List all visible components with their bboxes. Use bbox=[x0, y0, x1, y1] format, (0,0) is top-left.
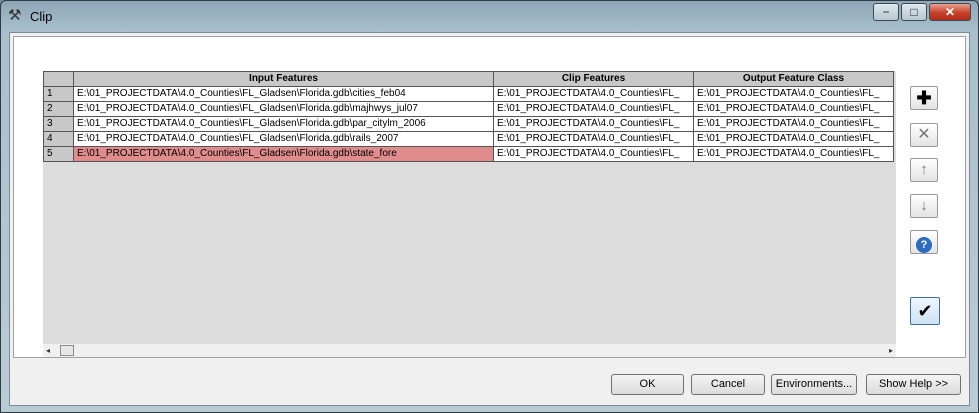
cell-input-features[interactable]: E:\01_PROJECTDATA\4.0_Counties\FL_Gladse… bbox=[73, 86, 494, 102]
table-row[interactable]: 3 E:\01_PROJECTDATA\4.0_Counties\FL_Glad… bbox=[43, 116, 894, 132]
checkmark-icon: ✔ bbox=[917, 301, 933, 321]
clip-dialog: ⚒ Clip − □ ✕ Input Features Clip Feature… bbox=[0, 0, 979, 413]
help-button[interactable]: ? bbox=[910, 230, 938, 254]
cell-output-feature-class[interactable]: E:\01_PROJECTDATA\4.0_Counties\FL_ bbox=[693, 146, 894, 162]
cell-clip-features[interactable]: E:\01_PROJECTDATA\4.0_Counties\FL_ bbox=[493, 131, 694, 147]
cell-input-features[interactable]: E:\01_PROJECTDATA\4.0_Counties\FL_Gladse… bbox=[73, 101, 494, 117]
row-number[interactable]: 4 bbox=[43, 131, 74, 147]
cancel-button[interactable]: Cancel bbox=[691, 374, 765, 395]
move-down-button[interactable]: ↓ bbox=[910, 194, 938, 218]
cell-clip-features[interactable]: E:\01_PROJECTDATA\4.0_Counties\FL_ bbox=[493, 86, 694, 102]
help-icon: ? bbox=[916, 237, 932, 253]
hammer-icon: ⚒ bbox=[8, 7, 22, 24]
table-row-selected[interactable]: 5 E:\01_PROJECTDATA\4.0_Counties\FL_Glad… bbox=[43, 146, 894, 162]
cell-input-features[interactable]: E:\01_PROJECTDATA\4.0_Counties\FL_Gladse… bbox=[73, 146, 494, 162]
row-number[interactable]: 3 bbox=[43, 116, 74, 132]
cell-clip-features[interactable]: E:\01_PROJECTDATA\4.0_Counties\FL_ bbox=[493, 101, 694, 117]
row-number[interactable]: 2 bbox=[43, 101, 74, 117]
horizontal-scrollbar[interactable]: ◂ ▸ bbox=[43, 344, 896, 357]
batch-grid-panel: Input Features Clip Features Output Feat… bbox=[13, 36, 966, 358]
title-bar[interactable]: ⚒ Clip − □ ✕ bbox=[1, 1, 978, 31]
cell-output-feature-class[interactable]: E:\01_PROJECTDATA\4.0_Counties\FL_ bbox=[693, 131, 894, 147]
x-icon: ✕ bbox=[917, 126, 931, 143]
cell-output-feature-class[interactable]: E:\01_PROJECTDATA\4.0_Counties\FL_ bbox=[693, 101, 894, 117]
window-controls: − □ ✕ bbox=[871, 3, 971, 21]
batch-table: Input Features Clip Features Output Feat… bbox=[43, 71, 894, 162]
scroll-right-arrow-icon[interactable]: ▸ bbox=[889, 344, 893, 357]
maximize-button[interactable]: □ bbox=[901, 3, 927, 21]
table-row[interactable]: 2 E:\01_PROJECTDATA\4.0_Counties\FL_Glad… bbox=[43, 101, 894, 117]
cell-input-features[interactable]: E:\01_PROJECTDATA\4.0_Counties\FL_Gladse… bbox=[73, 131, 494, 147]
table-row[interactable]: 4 E:\01_PROJECTDATA\4.0_Counties\FL_Glad… bbox=[43, 131, 894, 147]
cell-output-feature-class[interactable]: E:\01_PROJECTDATA\4.0_Counties\FL_ bbox=[693, 116, 894, 132]
cell-clip-features[interactable]: E:\01_PROJECTDATA\4.0_Counties\FL_ bbox=[493, 146, 694, 162]
row-number[interactable]: 1 bbox=[43, 86, 74, 102]
batch-grid[interactable]: Input Features Clip Features Output Feat… bbox=[43, 71, 896, 357]
show-help-button[interactable]: Show Help >> bbox=[866, 374, 961, 395]
dialog-body: Input Features Clip Features Output Feat… bbox=[9, 32, 970, 406]
minimize-button[interactable]: − bbox=[873, 3, 899, 21]
plus-icon: ✚ bbox=[916, 88, 932, 108]
header-row: Input Features Clip Features Output Feat… bbox=[43, 71, 894, 87]
column-header-input-features[interactable]: Input Features bbox=[73, 71, 494, 87]
window-title: Clip bbox=[30, 9, 53, 24]
check-values-button[interactable]: ✔ bbox=[910, 297, 940, 325]
environments-button[interactable]: Environments... bbox=[771, 374, 857, 395]
corner-header bbox=[43, 71, 74, 87]
arrow-up-icon: ↑ bbox=[920, 161, 928, 178]
column-header-output-feature-class[interactable]: Output Feature Class bbox=[693, 71, 894, 87]
scrollbar-thumb[interactable] bbox=[60, 345, 74, 356]
arrow-down-icon: ↓ bbox=[920, 197, 928, 214]
row-number[interactable]: 5 bbox=[43, 146, 74, 162]
cell-output-feature-class[interactable]: E:\01_PROJECTDATA\4.0_Counties\FL_ bbox=[693, 86, 894, 102]
column-header-clip-features[interactable]: Clip Features bbox=[493, 71, 694, 87]
close-button[interactable]: ✕ bbox=[929, 3, 971, 21]
move-up-button[interactable]: ↑ bbox=[910, 158, 938, 182]
table-row[interactable]: 1 E:\01_PROJECTDATA\4.0_Counties\FL_Glad… bbox=[43, 86, 894, 102]
cell-input-features[interactable]: E:\01_PROJECTDATA\4.0_Counties\FL_Gladse… bbox=[73, 116, 494, 132]
add-row-button[interactable]: ✚ bbox=[910, 86, 938, 110]
ok-button[interactable]: OK bbox=[611, 374, 684, 395]
remove-row-button[interactable]: ✕ bbox=[910, 123, 938, 147]
scroll-left-arrow-icon[interactable]: ◂ bbox=[46, 344, 50, 357]
cell-clip-features[interactable]: E:\01_PROJECTDATA\4.0_Counties\FL_ bbox=[493, 116, 694, 132]
